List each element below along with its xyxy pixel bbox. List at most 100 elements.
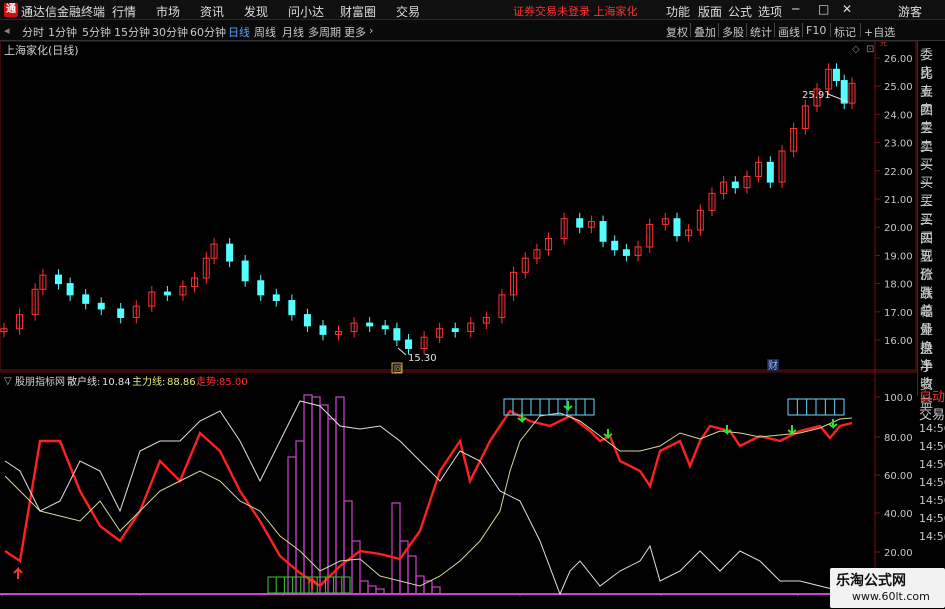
menu-quotes[interactable]: 行情 xyxy=(112,3,136,20)
period-1min[interactable]: 1分钟 xyxy=(48,24,77,40)
indicator-histogram xyxy=(287,394,441,595)
indicator-collapse-icon[interactable]: ▽ xyxy=(4,376,12,387)
chevron-right-icon[interactable]: › xyxy=(369,24,373,37)
low-price-label: 15.30 xyxy=(408,353,437,364)
high-price-label: 25.91 xyxy=(802,90,831,101)
trade-panel-label[interactable]: 交易 xyxy=(919,404,945,423)
tool-multi-stock[interactable]: 多股 xyxy=(722,24,744,40)
period-more[interactable]: 更多 xyxy=(344,24,366,40)
trade-time-item[interactable]: 14:56 xyxy=(919,458,945,471)
window-icon[interactable]: ⊡ xyxy=(866,44,874,55)
menu-discover[interactable]: 发现 xyxy=(244,3,268,20)
minimize-icon[interactable]: ─ xyxy=(792,2,799,16)
period-15min[interactable]: 15分钟 xyxy=(114,24,150,40)
price-tick-label: 25.00 xyxy=(884,82,913,93)
candle-body xyxy=(599,221,607,242)
histogram-bar xyxy=(343,500,353,595)
period-30min[interactable]: 30分钟 xyxy=(152,24,188,40)
chart-area[interactable]: 上海家化(日线) ◇ ⊡ 元 26.00 25.00 24.00 23.00 22.00… xyxy=(0,41,917,596)
price-tick-label: 16.00 xyxy=(884,336,913,347)
candle-body xyxy=(97,302,105,310)
period-tick[interactable]: 分时 xyxy=(22,24,44,40)
period-daily[interactable]: 日线 xyxy=(228,24,250,40)
candle-body xyxy=(288,300,296,316)
guest-button[interactable]: 游客 xyxy=(898,3,922,20)
menu-function[interactable]: 功能 xyxy=(666,3,690,20)
toolbar-divider xyxy=(860,23,861,37)
diamond-icon[interactable]: ◇ xyxy=(852,44,860,55)
period-toolbar: ◂ 分时 1分钟 5分钟 15分钟 30分钟 60分钟 日线 周线 月线 多周期… xyxy=(0,20,945,41)
finance-marker-label: 财 xyxy=(768,359,778,372)
toolbar-divider xyxy=(802,23,803,37)
tool-f10[interactable]: F10 xyxy=(806,24,826,37)
period-60min[interactable]: 60分钟 xyxy=(190,24,226,40)
price-tick-label: 18.00 xyxy=(884,280,913,291)
price-tick-label: 22.00 xyxy=(884,167,913,178)
event-marker-glyph: 回 xyxy=(394,365,402,374)
title-bar: 通 通达信金融终端 行情 市场 资讯 发现 问小达 财富圈 交易 证券交易未登录… xyxy=(0,0,945,20)
watermark-title: 乐淘公式网 xyxy=(836,573,906,589)
indicator-tick-label: 80.00 xyxy=(884,433,913,444)
down-arrow-icon xyxy=(563,401,573,411)
period-multi[interactable]: 多周期 xyxy=(308,24,341,40)
menu-options[interactable]: 选项 xyxy=(758,3,782,20)
retail-label: 散户线: xyxy=(67,375,100,388)
toolbar-left-icon[interactable]: ◂ xyxy=(4,24,10,37)
candle-body xyxy=(82,294,90,304)
period-5min[interactable]: 5分钟 xyxy=(82,24,111,40)
trade-time-item[interactable]: 14:56 xyxy=(919,476,945,489)
restore-icon[interactable]: ✕ xyxy=(842,2,852,16)
tool-draw[interactable]: 画线 xyxy=(778,24,800,40)
price-axis: 26.00 25.00 24.00 23.00 22.00 21.00 20.00 19.00… xyxy=(875,54,913,347)
trade-panel-label[interactable]: 自动 xyxy=(919,386,945,405)
trade-time-item[interactable]: 14:56 xyxy=(919,422,945,435)
histogram-bar xyxy=(303,394,313,595)
trade-time-item[interactable]: 14:56 xyxy=(919,512,945,525)
tool-stats[interactable]: 统计 xyxy=(750,24,772,40)
main-line xyxy=(4,412,853,587)
trend-label: 走势: xyxy=(196,375,219,388)
indicator-lines xyxy=(4,400,853,596)
add-watchlist-button[interactable]: +自选 xyxy=(864,24,895,40)
histogram-bar xyxy=(431,586,441,595)
period-weekly[interactable]: 周线 xyxy=(254,24,276,40)
toolbar-divider xyxy=(830,23,831,37)
menu-market[interactable]: 市场 xyxy=(156,3,180,20)
candle-body xyxy=(257,280,265,296)
candle-body xyxy=(622,249,630,256)
candle-body xyxy=(272,294,280,302)
price-tick-label: 26.00 xyxy=(884,54,913,65)
menu-assistant[interactable]: 问小达 xyxy=(288,3,324,20)
menu-formula[interactable]: 公式 xyxy=(728,3,752,20)
trade-side-panel: 自动交易14:5614:5614:5614:5614:5614:5614:56 xyxy=(917,384,945,594)
stock-title: 上海家化(日线) xyxy=(4,43,79,57)
candle-body xyxy=(673,218,681,237)
tool-adjust[interactable]: 复权 xyxy=(666,24,688,40)
candle-body xyxy=(66,283,74,296)
tool-overlay[interactable]: 叠加 xyxy=(694,24,716,40)
menu-community[interactable]: 财富圈 xyxy=(340,3,376,20)
down-arrow-icon xyxy=(603,429,613,439)
indicator-tick-label: 60.00 xyxy=(884,471,913,482)
histogram-bar xyxy=(359,580,369,595)
menu-news[interactable]: 资讯 xyxy=(200,3,224,20)
candle-body xyxy=(731,181,739,189)
maximize-icon[interactable]: □ xyxy=(818,2,829,16)
indicator-tick-label: 100.0 xyxy=(884,393,913,404)
toolbar-divider xyxy=(718,23,719,37)
trade-time-item[interactable]: 14:56 xyxy=(919,530,945,543)
menu-trade[interactable]: 交易 xyxy=(396,3,420,20)
main-label: 主力线: xyxy=(132,375,165,388)
histogram-bar xyxy=(319,404,329,595)
site-watermark: 乐淘公式网 www.60lt.com xyxy=(830,568,945,608)
period-monthly[interactable]: 月线 xyxy=(282,24,304,40)
app-logo-icon: 通 xyxy=(4,3,18,17)
trade-time-item[interactable]: 14:56 xyxy=(919,440,945,453)
candle-body xyxy=(241,260,249,282)
watermark-url: www.60lt.com xyxy=(852,590,930,603)
tool-mark[interactable]: 标记 xyxy=(834,24,856,40)
up-arrow-icon xyxy=(13,566,23,579)
price-tick-label: 17.00 xyxy=(884,308,913,319)
menu-layout[interactable]: 版面 xyxy=(698,3,722,20)
trade-time-item[interactable]: 14:56 xyxy=(919,494,945,507)
